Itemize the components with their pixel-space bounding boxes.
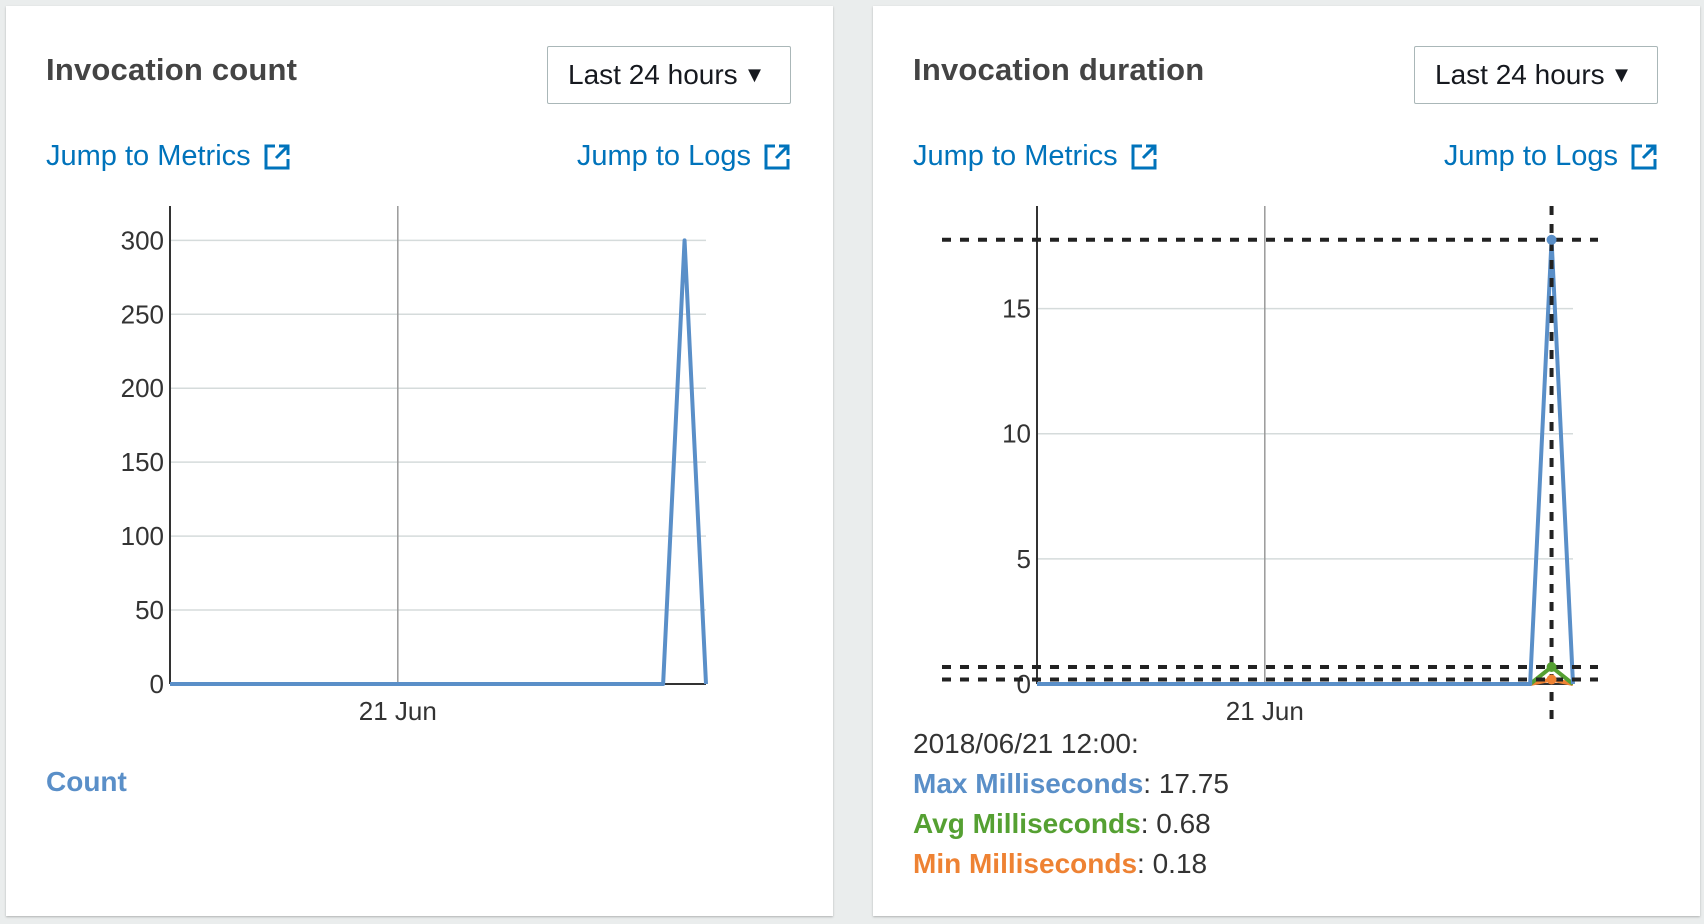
y-tick-label: 0 [1017,669,1031,699]
tooltip-avg-value: : 0.68 [1140,808,1211,839]
y-tick-label: 15 [1002,294,1031,324]
tooltip-row-min: Min Milliseconds: 0.18 [913,844,1229,884]
tooltip-row-avg: Avg Milliseconds: 0.68 [913,804,1229,844]
y-tick-label: 100 [121,521,164,551]
count-legend[interactable]: Count [46,766,127,798]
x-tick-label: 21 Jun [359,696,437,726]
tooltip-row-max: Max Milliseconds: 17.75 [913,764,1229,804]
y-tick-label: 200 [121,373,164,403]
tooltip-min-name: Min Milliseconds [913,848,1138,879]
y-tick-label: 5 [1017,544,1031,574]
chart-tooltip: 2018/06/21 12:00: Max Milliseconds: 17.7… [913,724,1229,884]
tooltip-min-value: : 0.18 [1137,848,1208,879]
crosshair-point [1546,674,1557,685]
crosshair-point [1546,661,1557,672]
invocation-count-panel: Invocation count Last 24 hours ▼ Jump to… [6,6,833,916]
series-line [1037,237,1575,686]
tooltip-max-name: Max Milliseconds [913,768,1144,799]
y-tick-label: 250 [121,299,164,329]
y-tick-label: 150 [121,447,164,477]
y-tick-label: 300 [121,225,164,255]
invocation-duration-chart: 0 5 10 15 21 Jun [942,206,1598,726]
invocation-duration-panel: Invocation duration Last 24 hours ▼ Jump… [873,6,1700,916]
invocation-count-chart: 0 50 100 150 200 250 300 21 Jun [121,206,708,726]
y-tick-label: 0 [150,669,164,699]
x-tick-label: 21 Jun [1226,696,1304,726]
y-tick-label: 10 [1002,419,1031,449]
tooltip-max-value: : 17.75 [1143,768,1229,799]
crosshair-point [1546,234,1557,245]
y-tick-label: 50 [135,595,164,625]
tooltip-avg-name: Avg Milliseconds [913,808,1141,839]
tooltip-timestamp: 2018/06/21 12:00: [913,728,1139,759]
